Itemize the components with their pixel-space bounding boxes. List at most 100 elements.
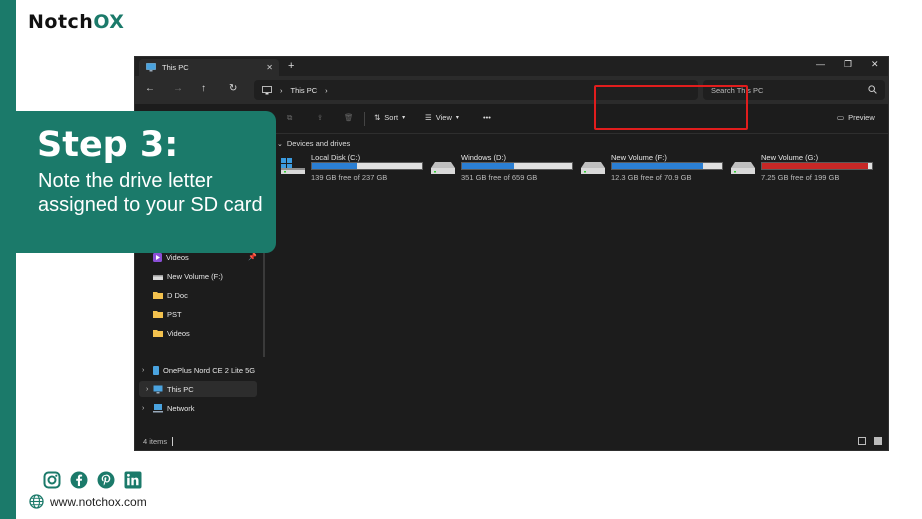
drive-name: New Volume (G:) [761,153,819,162]
item-count: 4 items [143,436,168,446]
sort-label: Sort [384,113,399,122]
globe-icon [29,494,44,509]
drive-name: Local Disk (C:) [311,153,361,162]
brand-logo: NotchOX [28,11,124,33]
chevron-right-icon[interactable]: › [142,405,144,412]
search-icon [868,85,877,94]
drive-usage-fill [312,163,358,169]
linkedin-icon[interactable] [124,471,142,489]
refresh-icon[interactable]: ↻ [229,83,237,94]
breadcrumb-this-pc[interactable]: This PC [291,86,318,95]
drive-usage-fill [612,163,704,169]
drive-name: New Volume (F:) [611,153,667,162]
drive-free-space: 351 GB free of 659 GB [461,173,538,182]
sidebar-item-new-volume-f[interactable]: New Volume (F:) [153,268,259,284]
view-toggle [858,437,882,445]
drive-d[interactable]: Windows (D:) 351 GB free of 659 GB [429,152,579,184]
sidebar-item-label: D Doc [167,290,188,300]
chevron-right-icon[interactable]: › [142,367,144,374]
back-icon[interactable]: ← [145,83,155,94]
sidebar-item-pst[interactable]: PST [153,306,259,322]
brand-name-part2: OX [93,11,125,33]
more-options-button[interactable]: ••• [483,113,491,122]
minimize-icon[interactable]: — [816,59,825,69]
view-button[interactable]: ☰ View ▾ [425,113,459,122]
chevron-right-icon[interactable]: › [280,86,283,95]
sort-button[interactable]: ⇅ Sort ▾ [374,113,405,122]
sidebar-item-label: Network [167,403,195,413]
sidebar-item-label: PST [167,309,182,319]
instagram-icon[interactable] [43,471,61,489]
drive-icon [431,162,455,174]
sidebar-item-network[interactable]: › Network [142,400,259,416]
sidebar-item-label: This PC [167,384,194,394]
new-tab-button[interactable]: + [288,60,294,72]
sidebar-item-videos[interactable]: Videos [153,325,259,341]
preview-button[interactable]: ▭ Preview [837,113,875,122]
tab-title: This PC [162,63,189,72]
drive-icon [581,162,605,174]
drive-free-space: 139 GB free of 237 GB [311,173,388,182]
share-icon[interactable]: ⇪ [317,113,323,122]
chevron-down-icon: ▾ [402,115,406,121]
close-window-icon[interactable]: ✕ [871,59,879,70]
section-header[interactable]: ⌄ Devices and drives [277,139,350,148]
drive-c[interactable]: Local Disk (C:) 139 GB free of 237 GB [279,152,429,184]
tiles-view-icon[interactable] [874,437,882,445]
drive-g[interactable]: New Volume (G:) 7.25 GB free of 199 GB [729,152,879,184]
delete-icon[interactable]: 🗑 [344,113,354,122]
drive-icon [153,274,163,280]
sort-icon: ⇅ [374,113,381,122]
pinterest-icon[interactable] [97,471,115,489]
view-icon: ☰ [425,113,432,122]
windows-drive-icon [281,158,305,174]
view-label: View [435,113,452,122]
website-link[interactable]: www.notchox.com [29,494,147,509]
drive-usage-bar [461,162,573,170]
sidebar-item-oneplus[interactable]: › OnePlus Nord CE 2 Lite 5G [142,362,259,378]
toolbar-divider [364,112,365,126]
social-links [43,471,142,489]
section-title: Devices and drives [286,139,351,148]
sidebar-item-label: New Volume (F:) [167,271,223,281]
drive-icon [731,162,755,174]
chevron-down-icon: ▾ [455,115,459,121]
facebook-icon[interactable] [70,471,88,489]
left-accent-strip [0,0,16,519]
drive-f[interactable]: New Volume (F:) 12.3 GB free of 70.9 GB [579,152,729,184]
phone-icon [153,365,159,375]
maximize-icon[interactable]: ❐ [844,59,852,70]
step-card: Step 3: Note the drive letter assigned t… [16,111,276,253]
folder-icon [153,292,163,299]
website-url: www.notchox.com [50,494,147,509]
up-icon[interactable]: ↑ [201,83,206,94]
drive-free-space: 7.25 GB free of 199 GB [761,173,840,182]
forward-icon[interactable]: → [173,83,183,94]
preview-pane-icon: ▭ [837,113,845,122]
details-view-icon[interactable] [858,437,866,445]
drive-free-space: 12.3 GB free of 70.9 GB [611,173,692,182]
text-cursor [172,436,174,446]
sidebar-item-this-pc[interactable]: › This PC [139,381,257,397]
folder-icon [153,330,163,337]
chevron-down-icon[interactable]: ⌄ [277,140,283,148]
drive-g-highlight [594,85,748,130]
status-bar: 4 items [135,432,888,450]
chevron-right-icon[interactable]: › [325,86,328,95]
sidebar-item-label: Videos [167,328,190,338]
copy-icon[interactable]: ⧉ [287,113,292,123]
chevron-right-icon[interactable]: › [146,386,148,393]
close-tab-icon[interactable]: ✕ [266,63,273,72]
title-bar: This PC ✕ + — ❐ ✕ [135,57,888,76]
tab-this-pc[interactable]: This PC ✕ [139,59,279,76]
monitor-icon [146,63,156,72]
monitor-icon [262,85,272,94]
monitor-icon [153,385,163,393]
drive-name: Windows (D:) [461,153,507,162]
preview-label: Preview [848,113,875,122]
network-icon [153,403,163,412]
step-title: Step 3: [37,125,179,165]
drive-usage-fill [462,163,514,169]
pin-icon: 📌 [248,254,257,261]
sidebar-item-d-doc[interactable]: D Doc [153,287,259,303]
